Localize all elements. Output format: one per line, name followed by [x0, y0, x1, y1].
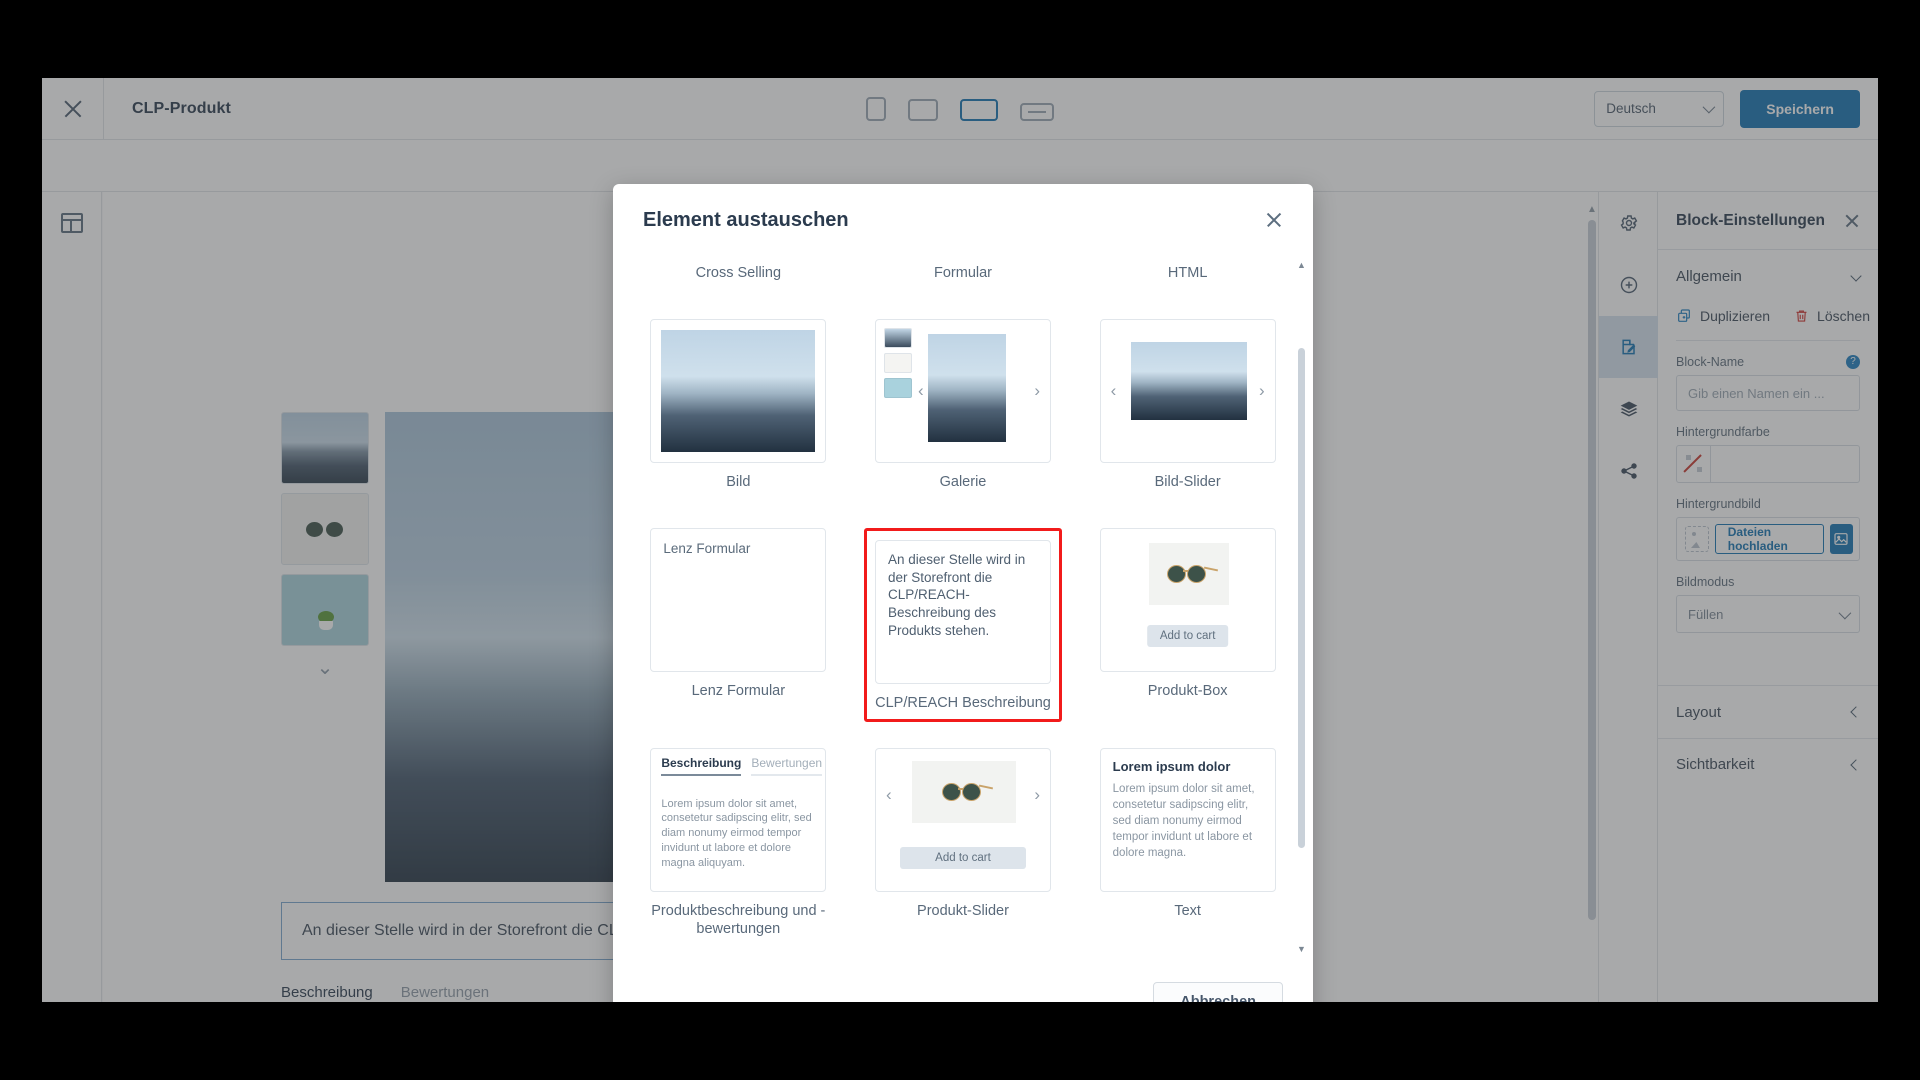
- element-option-html[interactable]: 3 45 </p><button type ="button"> Click m…: [1088, 256, 1287, 293]
- preview-gallery[interactable]: ‹ ›: [874, 318, 1051, 463]
- lenz-form-text: Lenz Formular: [663, 540, 751, 556]
- gallery-thumb[interactable]: [883, 352, 912, 373]
- gallery-thumb[interactable]: [883, 327, 912, 348]
- scroll-down-icon[interactable]: ▼: [1297, 944, 1306, 954]
- preview-image[interactable]: [650, 318, 827, 463]
- element-caption: Formular: [933, 265, 992, 281]
- element-caption: HTML: [1167, 265, 1208, 281]
- element-option-formular[interactable]: Senden Formular: [864, 256, 1063, 293]
- modal-title: Element austauschen: [643, 208, 849, 231]
- element-caption: CLP/REACH Beschreibung: [875, 694, 1051, 711]
- preview-heading: Lorem ipsum dolor: [1112, 758, 1231, 774]
- preview-lenz-form[interactable]: Lenz Formular: [650, 527, 827, 672]
- cancel-button[interactable]: Abbrechen: [1153, 982, 1283, 1002]
- element-caption: Bild: [726, 473, 751, 490]
- element-list: ‹ › Cross Selling Senden Formu: [613, 256, 1313, 958]
- preview-tab-bewertungen[interactable]: Bewertungen: [751, 756, 823, 777]
- element-option-galerie[interactable]: ‹ › Galerie: [864, 318, 1063, 502]
- element-caption: Cross Selling: [695, 265, 782, 281]
- element-caption: Produkt-Slider: [917, 902, 1009, 919]
- modal-header: Element austauschen: [613, 184, 1313, 256]
- preview-text[interactable]: Lorem ipsum dolor Lorem ipsum dolor sit …: [1099, 747, 1276, 892]
- chevron-right-icon[interactable]: ›: [1034, 381, 1040, 401]
- preview-body-text: Lorem ipsum dolor sit amet, consetetur s…: [1112, 782, 1255, 859]
- element-option-clp-reach[interactable]: An dieser Stelle wird in der Storefront …: [863, 527, 1063, 722]
- element-caption: Lenz Formular: [691, 682, 786, 699]
- add-to-cart-button[interactable]: Add to cart: [1146, 624, 1229, 647]
- chevron-right-icon[interactable]: ›: [1034, 785, 1040, 805]
- preview-product-box[interactable]: Add to cart: [1099, 527, 1276, 672]
- element-option-produkt-slider[interactable]: ‹ › Add to cart Produkt-Slider: [864, 747, 1063, 950]
- element-option-produktbeschreibung[interactable]: Beschreibung Bewertungen Lorem ipsum dol…: [639, 747, 838, 950]
- element-caption: Produkt-Box: [1147, 682, 1228, 699]
- element-option-bild[interactable]: Bild: [639, 318, 838, 502]
- element-exchange-modal: Element austauschen ‹ › Cross Sel: [613, 184, 1313, 1002]
- modal-footer: Abbrechen: [613, 958, 1313, 1002]
- gallery-thumb[interactable]: [883, 377, 912, 398]
- modal-scrollbar[interactable]: ▲ ▼: [1297, 260, 1306, 954]
- element-caption: Text: [1174, 902, 1201, 919]
- add-to-cart-button[interactable]: Add to cart: [899, 846, 1026, 869]
- element-caption: Bild-Slider: [1154, 473, 1221, 490]
- close-modal-button[interactable]: [1265, 211, 1283, 229]
- chevron-right-icon[interactable]: ›: [1259, 381, 1265, 401]
- scroll-up-icon[interactable]: ▲: [1297, 260, 1306, 270]
- element-option-produkt-box[interactable]: Add to cart Produkt-Box: [1088, 527, 1287, 722]
- preview-product-desc-reviews[interactable]: Beschreibung Bewertungen Lorem ipsum dol…: [650, 747, 827, 892]
- element-caption: Produktbeschreibung und -bewertungen: [651, 902, 826, 938]
- chevron-left-icon[interactable]: ‹: [886, 785, 892, 805]
- preview-body-text: Lorem ipsum dolor sit amet, consetetur s…: [661, 797, 812, 869]
- preview-product-slider[interactable]: ‹ › Add to cart: [874, 747, 1051, 892]
- scrollbar-thumb[interactable]: [1298, 348, 1305, 848]
- preview-image-slider[interactable]: ‹ ›: [1099, 318, 1276, 463]
- element-option-cross-selling[interactable]: ‹ › Cross Selling: [639, 256, 838, 293]
- element-option-text[interactable]: Lorem ipsum dolor Lorem ipsum dolor sit …: [1088, 747, 1287, 950]
- preview-clp-reach[interactable]: An dieser Stelle wird in der Storefront …: [874, 539, 1051, 684]
- preview-tab-beschreibung[interactable]: Beschreibung: [661, 756, 742, 777]
- clp-reach-text: An dieser Stelle wird in der Storefront …: [887, 551, 1026, 638]
- element-option-bild-slider[interactable]: ‹ › Bild-Slider: [1088, 318, 1287, 502]
- chevron-left-icon[interactable]: ‹: [918, 381, 924, 401]
- element-caption: Galerie: [939, 473, 987, 490]
- chevron-left-icon[interactable]: ‹: [1111, 381, 1117, 401]
- editor-app: CLP-Produkt Deutsch Speichern ⌄ An diese…: [42, 78, 1878, 1002]
- element-option-lenz-formular[interactable]: Lenz Formular Lenz Formular: [639, 527, 838, 722]
